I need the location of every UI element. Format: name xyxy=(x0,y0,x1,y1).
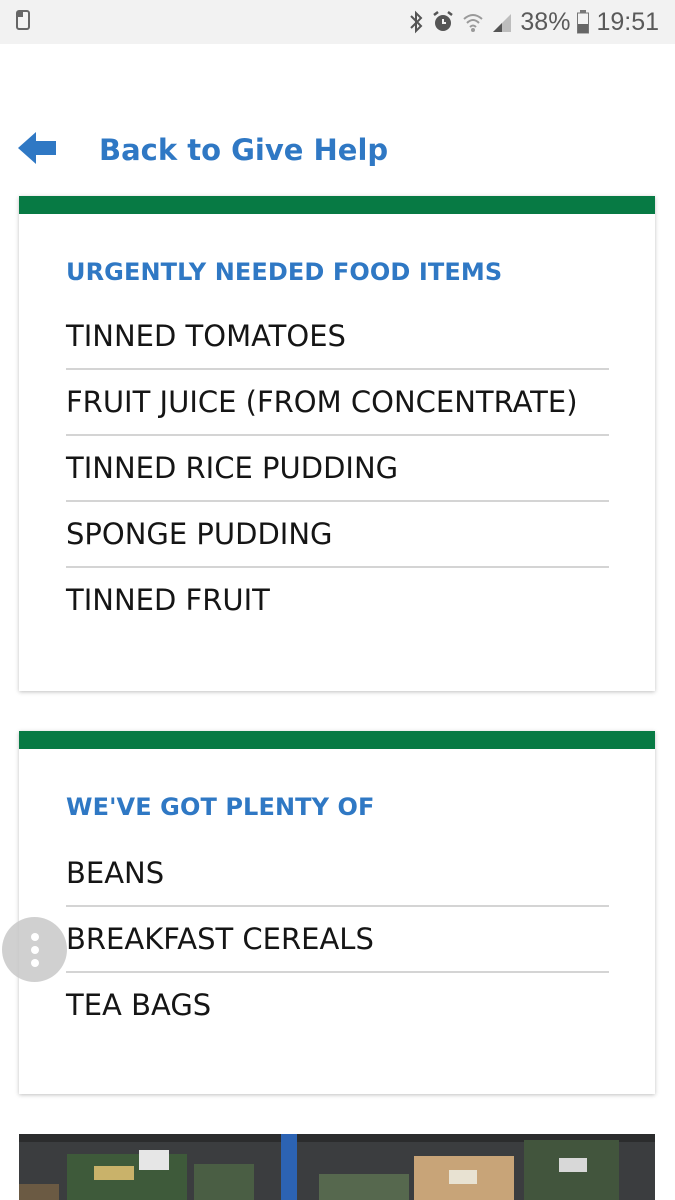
back-link-label: Back to Give Help xyxy=(99,133,389,167)
signal-icon xyxy=(491,11,513,33)
plenty-items-list: BEANS BREAKFAST CEREALS TEA BAGS xyxy=(66,841,609,1037)
list-item: TEA BAGS xyxy=(66,988,212,1022)
list-item: TINNED FRUIT xyxy=(66,583,270,617)
more-options-button[interactable] xyxy=(2,917,67,982)
list-item: FRUIT JUICE (FROM CONCENTRATE) xyxy=(66,370,609,436)
urgent-items-list: TINNED TOMATOES FRUIT JUICE (FROM CONCEN… xyxy=(66,304,609,632)
list-item: BREAKFAST CEREALS xyxy=(66,907,609,973)
back-arrow-icon xyxy=(18,131,99,169)
alarm-icon xyxy=(431,10,455,34)
list-item: TINNED RICE PUDDING xyxy=(66,436,609,502)
urgent-items-card: URGENTLY NEEDED FOOD ITEMS TINNED TOMATO… xyxy=(19,196,655,691)
notification-icon xyxy=(16,10,30,30)
back-to-give-help-link[interactable]: Back to Give Help xyxy=(18,128,388,172)
card-accent-bar xyxy=(19,196,655,214)
wifi-icon xyxy=(462,11,484,33)
urgent-items-title: URGENTLY NEEDED FOOD ITEMS xyxy=(66,258,503,286)
battery-icon xyxy=(577,10,590,34)
list-item: TINNED TOMATOES xyxy=(66,304,609,370)
list-item: BEANS xyxy=(66,841,609,907)
bluetooth-icon xyxy=(408,10,424,34)
plenty-items-title: WE'VE GOT PLENTY OF xyxy=(66,793,375,821)
battery-percentage: 38% xyxy=(520,7,571,36)
list-item: SPONGE PUDDING xyxy=(66,502,609,568)
clock: 19:51 xyxy=(596,7,659,36)
card-accent-bar xyxy=(19,731,655,749)
status-bar: 38% 19:51 xyxy=(0,0,675,44)
more-vertical-icon xyxy=(30,932,39,941)
plenty-items-card: WE'VE GOT PLENTY OF BEANS BREAKFAST CERE… xyxy=(19,731,655,1094)
warehouse-photo xyxy=(19,1134,655,1200)
